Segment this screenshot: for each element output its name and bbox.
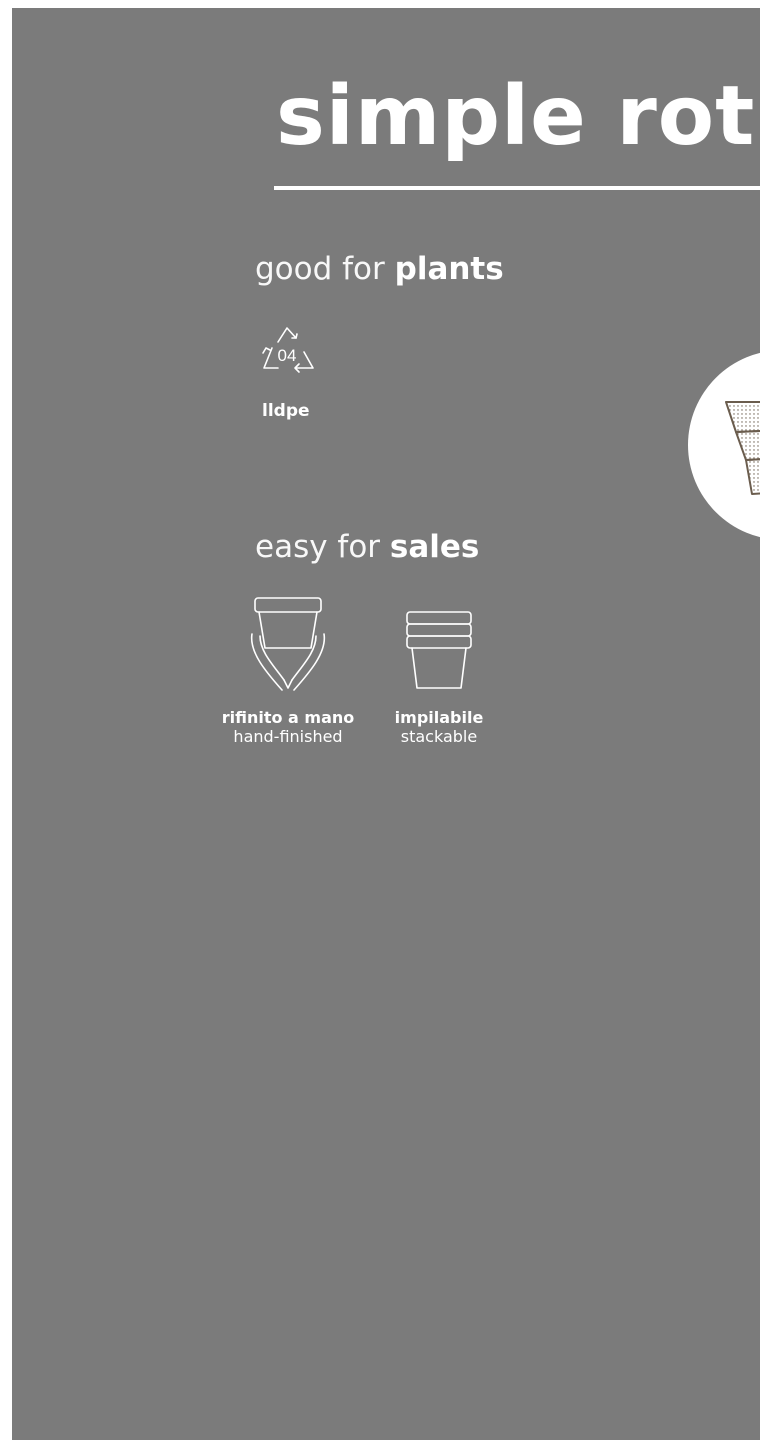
product-image-badge	[688, 350, 760, 540]
feature-label-it: rifinito a mano	[221, 708, 355, 727]
heading-sales-light: easy for	[255, 529, 390, 565]
feature-label-en: hand-finished	[233, 727, 343, 746]
hand-finished-labels: rifinito a mano hand-finished	[210, 708, 366, 746]
section-heading-plants: good for plants	[255, 254, 504, 285]
heading-sales-bold: sales	[389, 529, 480, 565]
section-heading-sales: easy for sales	[255, 532, 479, 563]
feature-label-it: impilabile	[394, 708, 484, 727]
feature-stackable: impilabile stackable	[386, 596, 492, 746]
stacked-pots-product-image	[725, 401, 760, 495]
product-panel: simple rot good for plants 04 lldpe easy…	[12, 8, 760, 1440]
feature-hand-finished: rifinito a mano hand-finished	[210, 596, 366, 746]
title-underline	[274, 186, 760, 190]
heading-plants-light: good for	[255, 251, 395, 287]
heading-plants-bold: plants	[394, 251, 504, 287]
page-title: simple rot	[276, 69, 756, 164]
stacked-pots-icon	[406, 611, 472, 689]
hands-holding-pot-icon	[250, 597, 326, 691]
stackable-labels: impilabile stackable	[386, 708, 492, 746]
recycle-icon: 04	[262, 327, 314, 373]
recycle-code: 04	[278, 346, 297, 365]
recycle-material-label: lldpe	[262, 401, 310, 421]
feature-label-en: stackable	[400, 727, 478, 746]
